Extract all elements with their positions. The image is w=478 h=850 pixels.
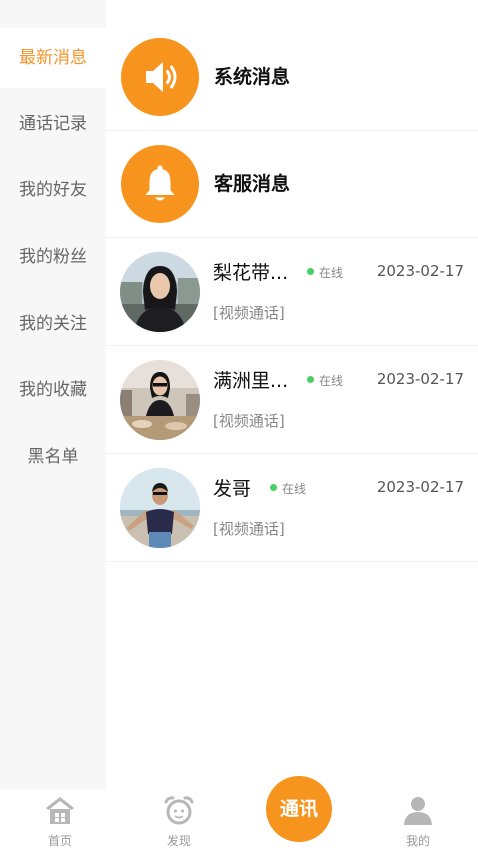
contact-name: 梨花带... — [213, 262, 289, 284]
chat-row[interactable]: 满洲里... 在线 2023-02-17 [视频通话] — [106, 346, 478, 454]
tab-discover[interactable]: 发现 — [139, 790, 219, 850]
message-preview: [视频通话] — [213, 412, 285, 430]
online-status: 在线 — [270, 480, 306, 497]
tab-mine-label: 我的 — [405, 834, 430, 848]
sidebar-item-call-records[interactable]: 通话记录 — [0, 94, 106, 154]
chat-row[interactable]: 发哥 在线 2023-02-17 [视频通话] — [106, 454, 478, 562]
avatar — [120, 468, 200, 548]
home-icon — [46, 797, 74, 824]
message-preview: [视频通话] — [213, 304, 285, 322]
sidebar-item-my-following[interactable]: 我的关注 — [0, 294, 106, 354]
system-messages-row[interactable]: 系统消息 — [106, 24, 478, 131]
sidebar-item-blacklist[interactable]: 黑名单 — [0, 427, 106, 487]
service-messages-row[interactable]: 客服消息 — [106, 131, 478, 238]
avatar — [120, 252, 200, 332]
sidebar: 最新消息 通话记录 我的好友 我的粉丝 我的关注 我的收藏 黑名单 — [0, 0, 106, 790]
system-messages-label: 系统消息 — [214, 66, 291, 88]
tab-home[interactable]: 首页 — [20, 790, 100, 850]
avatar — [120, 360, 200, 440]
alarm-clock-icon — [164, 796, 194, 825]
bottom-tab-bar: 首页 发现 通讯 我的 — [0, 776, 478, 850]
sidebar-item-my-fans[interactable]: 我的粉丝 — [0, 227, 106, 287]
online-status: 在线 — [307, 372, 343, 389]
sidebar-item-my-favorites[interactable]: 我的收藏 — [0, 360, 106, 420]
tab-discover-label: 发现 — [166, 834, 191, 848]
contact-name: 满洲里... — [213, 370, 289, 392]
online-dot-icon — [270, 484, 277, 491]
tab-chat-button[interactable]: 通讯 — [266, 776, 332, 842]
message-date: 2023-02-17 — [376, 262, 464, 280]
contact-name: 发哥 — [213, 478, 252, 500]
message-date: 2023-02-17 — [376, 370, 464, 388]
service-messages-label: 客服消息 — [214, 173, 291, 195]
online-dot-icon — [307, 268, 314, 275]
tab-mine[interactable]: 我的 — [378, 790, 458, 850]
tab-home-label: 首页 — [47, 834, 72, 848]
speaker-icon — [121, 38, 199, 116]
message-preview: [视频通话] — [213, 520, 285, 538]
online-status: 在线 — [307, 264, 343, 281]
sidebar-item-my-friends[interactable]: 我的好友 — [0, 160, 106, 220]
sidebar-item-latest-messages[interactable]: 最新消息 — [0, 28, 106, 88]
chat-row[interactable]: 梨花带... 在线 2023-02-17 [视频通话] — [106, 238, 478, 346]
bell-icon — [121, 145, 199, 223]
message-list: 系统消息 客服消息 梨花带... 在线 2023-02-17 [视频通话] 满洲… — [106, 0, 478, 790]
user-icon — [404, 797, 432, 825]
online-dot-icon — [307, 376, 314, 383]
message-date: 2023-02-17 — [376, 478, 464, 496]
